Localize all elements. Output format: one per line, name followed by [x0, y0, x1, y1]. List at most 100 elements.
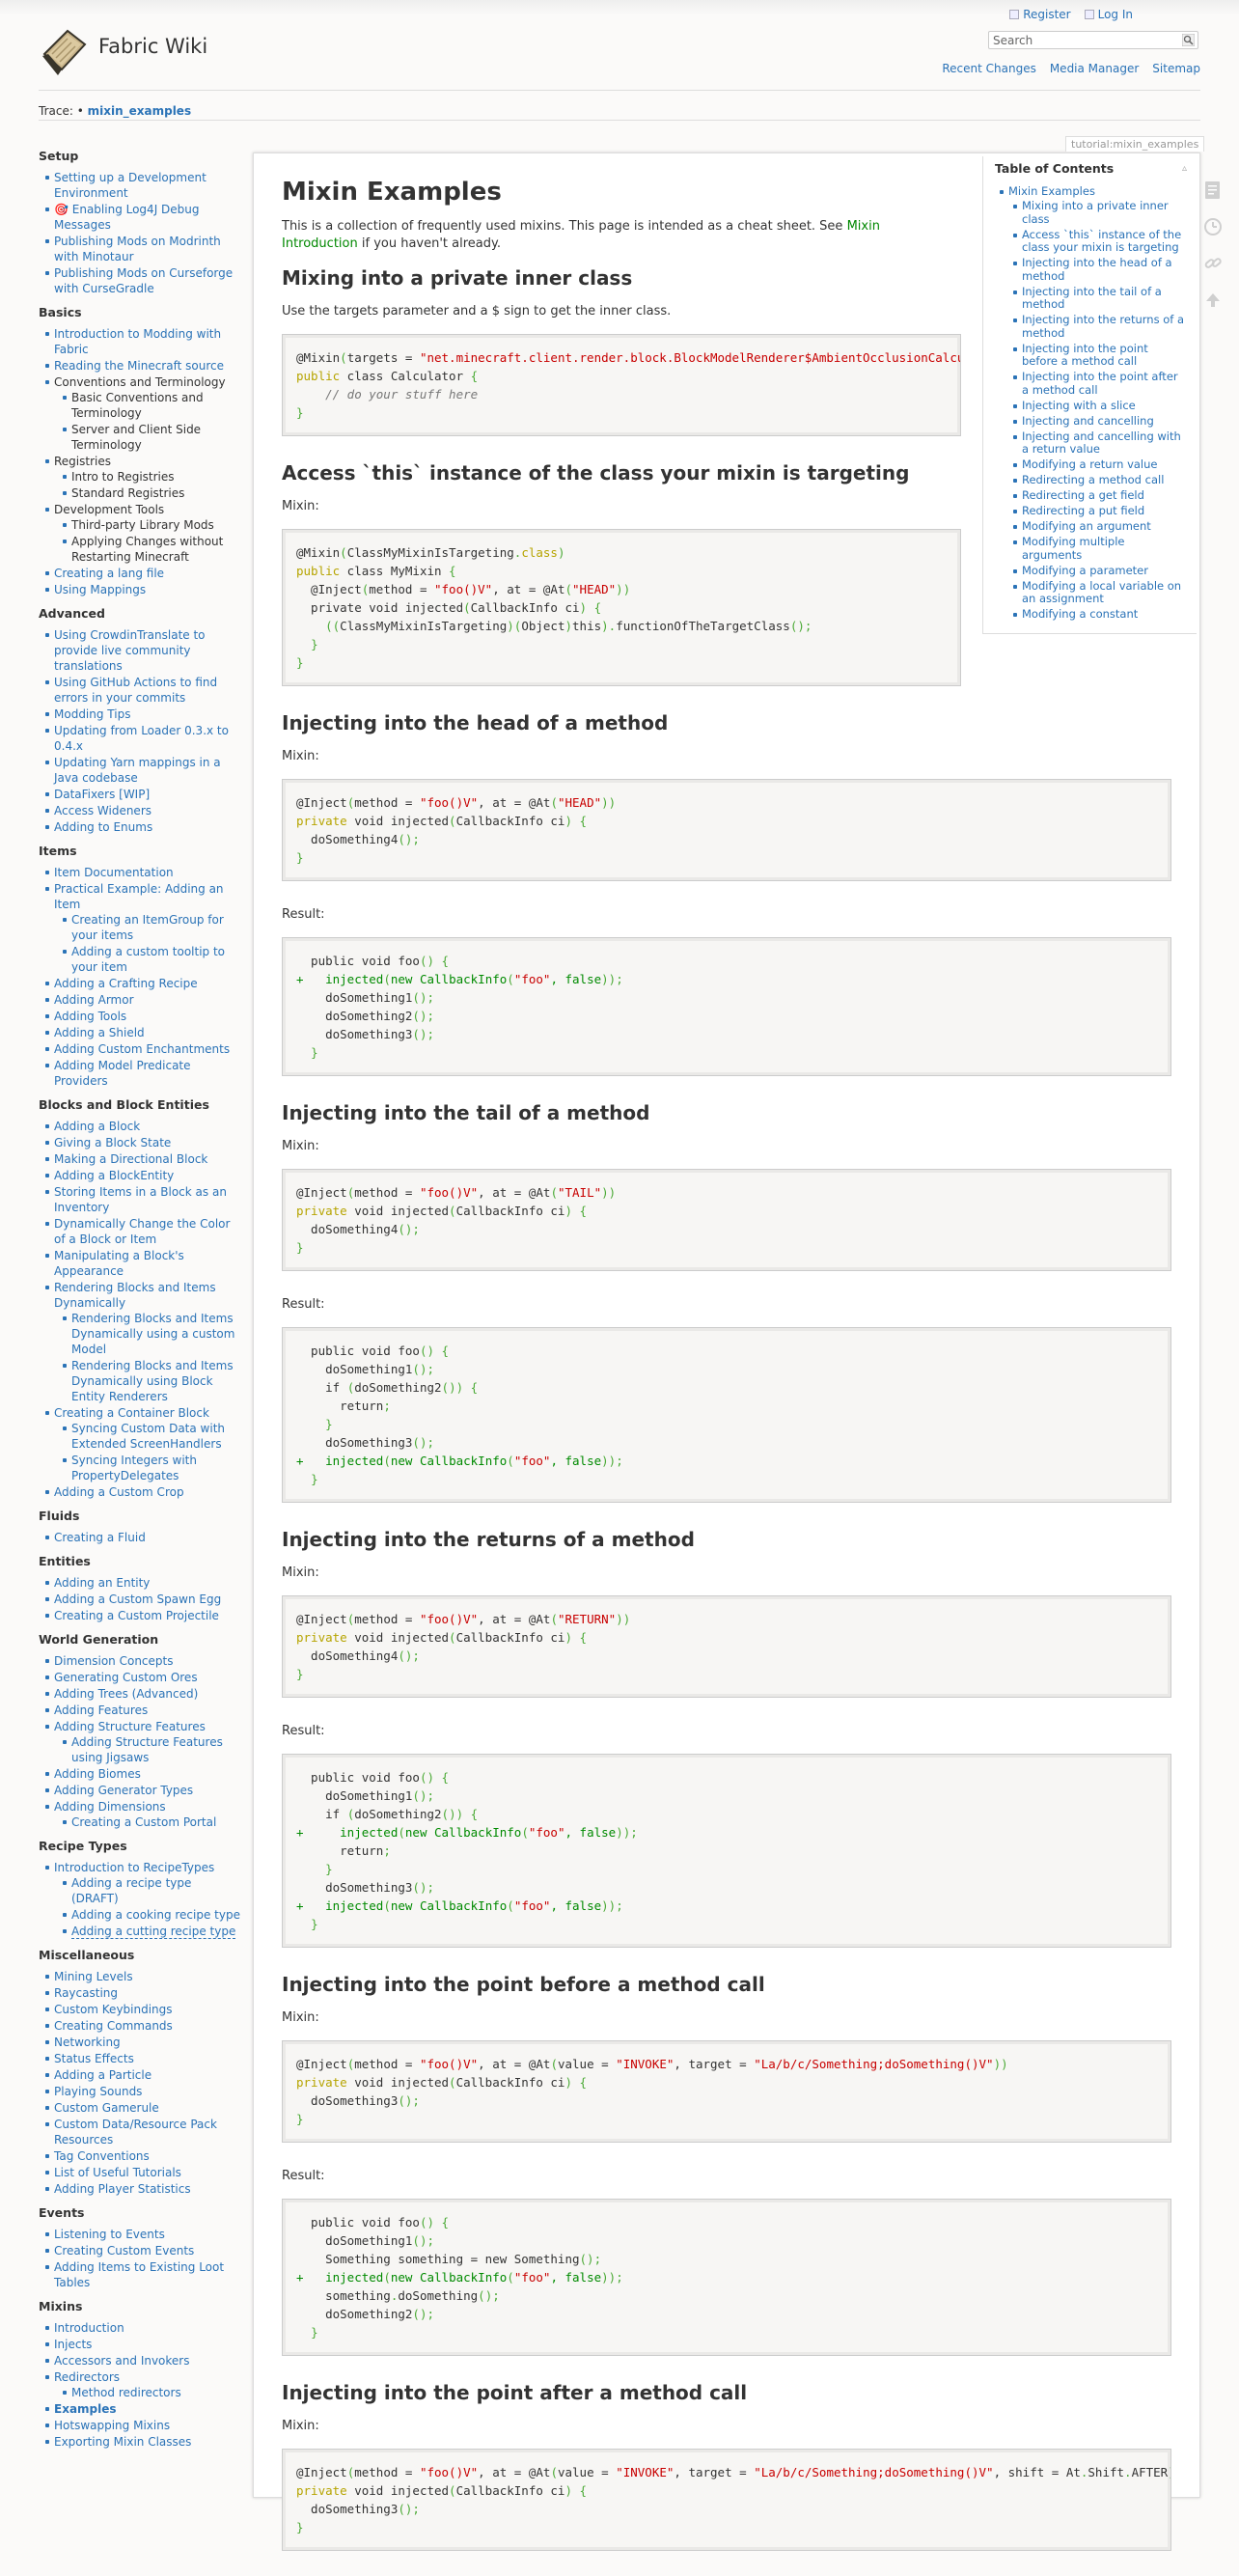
sidebar-item[interactable]: Adding Biomes	[54, 1767, 141, 1781]
sidebar-item[interactable]: Introduction to Modding with Fabric	[54, 327, 221, 356]
sidebar-item[interactable]: Adding an Entity	[54, 1576, 150, 1590]
sidebar-subitem[interactable]: Third-party Library Mods	[71, 518, 214, 532]
sidebar-item[interactable]: Publishing Mods on Modrinth with Minotau…	[54, 235, 221, 263]
sidebar-item[interactable]: Updating from Loader 0.3.x to 0.4.x	[54, 724, 229, 753]
sidebar-item[interactable]: Networking	[54, 2036, 121, 2049]
sidebar-subitem[interactable]: Server and Client Side Terminology	[71, 423, 201, 452]
back-to-top-icon[interactable]	[1202, 290, 1224, 311]
sidebar-item[interactable]: DataFixers [WIP]	[54, 788, 150, 801]
sidebar-item[interactable]: Using CrowdinTranslate to provide live c…	[54, 628, 206, 673]
sidebar-subitem[interactable]: Standard Registries	[71, 486, 184, 500]
sidebar-item[interactable]: Adding Dimensions	[54, 1800, 166, 1814]
sidebar-item[interactable]: Tag Conventions	[54, 2149, 150, 2163]
sidebar-item[interactable]: Custom Gamerule	[54, 2101, 159, 2115]
sidebar-item[interactable]: Adding Player Statistics	[54, 2182, 191, 2196]
media-manager-link[interactable]: Media Manager	[1050, 62, 1139, 75]
sidebar-item[interactable]: Generating Custom Ores	[54, 1671, 198, 1684]
sidebar-subitem[interactable]: Syncing Integers with PropertyDelegates	[71, 1454, 197, 1482]
sidebar-item[interactable]: Adding a Custom Crop	[54, 1485, 184, 1499]
sidebar-item[interactable]: Adding Tools	[54, 1010, 126, 1023]
sidebar-item[interactable]: Listening to Events	[54, 2228, 165, 2241]
sidebar-item[interactable]: Adding Armor	[54, 993, 134, 1007]
sidebar-subitem[interactable]: Adding a cutting recipe type	[71, 1925, 236, 1939]
sidebar-item[interactable]: Using GitHub Actions to find errors in y…	[54, 676, 217, 705]
sidebar-subitem[interactable]: Rendering Blocks and Items Dynamically u…	[71, 1312, 234, 1356]
sidebar-item[interactable]: Creating Commands	[54, 2019, 173, 2033]
sidebar-item[interactable]: Storing Items in a Block as an Inventory	[54, 1185, 227, 1214]
sidebar-subitem[interactable]: Creating a Custom Portal	[71, 1815, 216, 1829]
sidebar-subitem[interactable]: Syncing Custom Data with Extended Screen…	[71, 1422, 225, 1451]
sidebar-item[interactable]: Adding a Block	[54, 1120, 140, 1133]
sidebar-item[interactable]: Making a Directional Block	[54, 1152, 207, 1166]
site-title[interactable]: Fabric Wiki	[98, 35, 207, 58]
sidebar-item[interactable]: Adding Features	[54, 1703, 148, 1717]
sidebar-item[interactable]: Updating Yarn mappings in a Java codebas…	[54, 756, 221, 785]
sidebar-item[interactable]: Adding to Enums	[54, 820, 152, 834]
sidebar-item[interactable]: Rendering Blocks and Items Dynamically	[54, 1281, 216, 1310]
search-icon[interactable]	[1182, 34, 1195, 46]
sidebar-item[interactable]: Adding a BlockEntity	[54, 1169, 174, 1182]
sidebar-item[interactable]: Status Effects	[54, 2052, 134, 2065]
sidebar-item[interactable]: Adding Custom Enchantments	[54, 1042, 230, 1056]
toc-toggle-icon[interactable]: ▵	[1182, 162, 1187, 176]
backlinks-icon[interactable]	[1202, 253, 1224, 274]
sidebar-subitem[interactable]: Method redirectors	[71, 2386, 181, 2399]
sidebar-item[interactable]: Publishing Mods on Curseforge with Curse…	[54, 266, 233, 295]
old-revisions-icon[interactable]	[1202, 216, 1224, 237]
sidebar-item[interactable]: Dynamically Change the Color of a Block …	[54, 1217, 230, 1246]
sidebar-item[interactable]: Modding Tips	[54, 707, 130, 721]
sidebar-item[interactable]: 🎯 Enabling Log4J Debug Messages	[54, 203, 200, 232]
sidebar-item[interactable]: Adding Generator Types	[54, 1784, 193, 1797]
sidebar-subitem[interactable]: Adding a custom tooltip to your item	[71, 945, 225, 974]
sidebar-item[interactable]: Injects	[54, 2338, 92, 2351]
sidebar-item[interactable]: Mining Levels	[54, 1970, 133, 1983]
sidebar-subitem[interactable]: Intro to Registries	[71, 470, 175, 484]
sidebar-item[interactable]: Adding Items to Existing Loot Tables	[54, 2260, 224, 2289]
sidebar-item[interactable]: Using Mappings	[54, 583, 146, 596]
sidebar-subitem[interactable]: Basic Conventions and Terminology	[71, 391, 204, 420]
sidebar-item[interactable]: Introduction to RecipeTypes	[54, 1861, 214, 1874]
sidebar-item[interactable]: Creating Custom Events	[54, 2244, 194, 2257]
sidebar-item[interactable]: Adding a Crafting Recipe	[54, 977, 198, 990]
sidebar-item[interactable]: Item Documentation	[54, 866, 174, 879]
recent-changes-link[interactable]: Recent Changes	[942, 62, 1035, 75]
search-input[interactable]: Search	[988, 31, 1198, 49]
sidebar-item[interactable]: List of Useful Tutorials	[54, 2166, 181, 2179]
sidebar-subitem[interactable]: Applying Changes without Restarting Mine…	[71, 535, 223, 564]
sidebar-item[interactable]: Access Wideners	[54, 804, 151, 817]
sidebar-item[interactable]: Adding a Custom Spawn Egg	[54, 1593, 221, 1606]
sidebar-item[interactable]: Adding a Shield	[54, 1026, 145, 1039]
sidebar-item[interactable]: Adding Model Predicate Providers	[54, 1059, 191, 1088]
sidebar-item[interactable]: Introduction	[54, 2321, 124, 2335]
login-link[interactable]: Log In	[1098, 8, 1133, 21]
sidebar-item[interactable]: Playing Sounds	[54, 2085, 142, 2098]
sidebar-item[interactable]: Adding Trees (Advanced)	[54, 1687, 198, 1701]
sidebar-item[interactable]: Raycasting	[54, 1986, 118, 2000]
sidebar-item[interactable]: Custom Keybindings	[54, 2003, 173, 2016]
sidebar-item[interactable]: Redirectors	[54, 2370, 120, 2384]
sidebar-item[interactable]: Accessors and Invokers	[54, 2354, 190, 2368]
sidebar-item[interactable]: Examples	[54, 2402, 117, 2416]
sidebar-item[interactable]: Setting up a Development Environment	[54, 171, 206, 200]
sidebar-item[interactable]: Giving a Block State	[54, 1136, 171, 1150]
sidebar-item[interactable]: Dimension Concepts	[54, 1654, 173, 1668]
sidebar-item[interactable]: Practical Example: Adding an Item	[54, 882, 224, 911]
sidebar-item[interactable]: Adding Structure Features	[54, 1720, 206, 1733]
sidebar-item[interactable]: Exporting Mixin Classes	[54, 2435, 191, 2449]
sidebar-item[interactable]: Hotswapping Mixins	[54, 2419, 170, 2432]
sidebar-item[interactable]: Creating a Custom Projectile	[54, 1609, 219, 1622]
sidebar-item[interactable]: Reading the Minecraft source	[54, 359, 224, 373]
sidebar-item[interactable]: Adding a Particle	[54, 2068, 151, 2082]
sidebar-item[interactable]: Creating a Container Block	[54, 1406, 209, 1420]
sidebar-subitem[interactable]: Adding a cooking recipe type	[71, 1908, 240, 1922]
sitemap-link[interactable]: Sitemap	[1152, 62, 1200, 75]
edit-page-icon[interactable]	[1202, 180, 1224, 201]
sidebar-subitem[interactable]: Adding Structure Features using Jigsaws	[71, 1735, 223, 1764]
sidebar-item[interactable]: Custom Data/Resource Pack Resources	[54, 2118, 217, 2147]
sidebar-item[interactable]: Creating a lang file	[54, 567, 164, 580]
sidebar-subitem[interactable]: Rendering Blocks and Items Dynamically u…	[71, 1359, 234, 1403]
sidebar-item[interactable]: Creating a Fluid	[54, 1531, 146, 1544]
sidebar-subitem[interactable]: Creating an ItemGroup for your items	[71, 913, 224, 942]
register-link[interactable]: Register	[1023, 8, 1070, 21]
breadcrumb-current[interactable]: mixin_examples	[88, 104, 191, 118]
